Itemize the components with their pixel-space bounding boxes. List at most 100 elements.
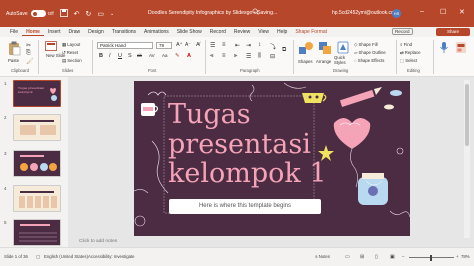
search-icon[interactable] [252,6,259,18]
tab-home[interactable]: Home [22,29,44,36]
customize-qat-icon[interactable]: ⌄ [110,11,114,17]
numbering-icon[interactable]: ≡ [222,42,226,48]
text-direction-icon[interactable]: ⤵ [270,42,276,51]
slide-thumbnail-2[interactable] [13,114,61,141]
save-icon[interactable] [59,8,68,19]
tab-slide-show[interactable]: Slide Show [173,29,206,35]
decrease-font-icon[interactable]: A⁻ [185,42,191,48]
zoom-level[interactable]: 78% [461,254,470,259]
decrease-indent-icon[interactable]: ⇤ [235,42,240,49]
line-spacing-icon[interactable]: ↕ [258,42,261,48]
arrange-icon[interactable] [318,41,332,56]
tab-help[interactable]: Help [273,29,291,35]
slide-thumbnail-5[interactable] [13,219,61,246]
slide-thumbnail-4[interactable] [13,185,61,212]
shape-fill-button[interactable]: ◇ Shape Fill [354,42,378,48]
quick-styles-label[interactable]: Quick Styles [334,55,354,65]
bold-button[interactable]: B [99,53,103,59]
increase-font-icon[interactable]: A⁺ [176,42,183,48]
notes-button[interactable]: ≡ Notes [315,254,330,259]
zoom-slider-handle[interactable] [430,254,432,261]
close-icon[interactable]: ✕ [459,8,465,16]
tab-shape-format[interactable]: Shape Format [291,29,331,35]
shape-outline-button[interactable]: ▱ Shape Outline [354,50,386,56]
minimize-icon[interactable]: – [420,8,424,15]
highlight-icon[interactable]: ✎ [175,53,180,59]
notes-placeholder[interactable]: Click to add notes [79,239,117,244]
avatar[interactable]: HS [392,9,401,18]
zoom-in-icon[interactable]: + [456,254,459,259]
slide-sorter-icon[interactable]: ⊞ [360,254,364,260]
layout-button[interactable]: ▦ Layout [62,42,80,48]
tab-file[interactable]: File [6,29,22,35]
font-size-select[interactable]: 78 [156,42,172,49]
account-email[interactable]: hp.5cd2452ymi@outlook.com [332,10,398,16]
italic-button[interactable]: I [109,53,111,59]
tab-transitions[interactable]: Transitions [108,29,140,35]
cut-icon[interactable]: ✂ [26,42,31,49]
clear-formatting-icon[interactable]: A̸ [196,42,200,48]
slide-title-line-3[interactable]: kelompok 1 [168,160,327,187]
align-right-icon[interactable]: ⫸ [234,53,237,60]
share-button[interactable]: Share [436,28,470,36]
change-case-button[interactable]: Aa [162,53,168,58]
smartart-icon[interactable]: ⧉ [282,47,286,54]
spelling-icon[interactable]: ▢ [36,254,40,260]
language-indicator[interactable]: English (United States) [44,254,88,259]
tab-insert[interactable]: Insert [44,29,65,35]
strikethrough-button[interactable]: ab [137,53,142,58]
select-button[interactable]: ⬚ Select [400,58,417,64]
slideshow-view-icon[interactable]: ▣ [390,254,395,260]
undo-icon[interactable]: ↶ [74,10,80,18]
underline-button[interactable]: U [118,53,122,59]
tab-design[interactable]: Design [84,29,108,35]
shapes-label[interactable]: Shapes [298,59,313,64]
slideshow-icon[interactable]: ▭ [97,10,104,18]
record-button[interactable]: Record [392,28,413,35]
tab-record[interactable]: Record [206,29,230,35]
reading-view-icon[interactable]: ▯ [375,254,378,260]
redo-icon[interactable]: ↻ [85,10,91,18]
vertical-scrollbar[interactable] [464,80,470,238]
normal-view-icon[interactable]: ▭ [345,254,350,260]
tab-view[interactable]: View [254,29,273,35]
format-painter-icon[interactable]: 🖌 [26,58,34,65]
replace-button[interactable]: ⇄ Replace [400,50,421,56]
paste-label[interactable]: Paste [8,58,19,63]
microphone-icon[interactable] [439,41,449,54]
maximize-icon[interactable]: ☐ [440,8,446,16]
character-spacing-button[interactable]: AV [149,53,155,58]
justify-icon[interactable]: ☰ [246,53,251,60]
autosave-toggle[interactable] [30,10,46,17]
align-center-icon[interactable]: ≡ [222,53,226,59]
designer-icon[interactable] [455,41,467,54]
slide-thumbnail-1[interactable]: Tugas presentasi kelompok [13,80,61,107]
scrollbar-thumb[interactable] [465,84,469,146]
bullets-icon[interactable]: ☰ [210,42,215,49]
shadow-button[interactable]: S [128,53,132,59]
font-color-icon[interactable]: A [187,53,191,59]
new-slide-icon[interactable] [45,41,57,52]
section-button[interactable]: ▤ Section [62,58,82,64]
tab-draw[interactable]: Draw [64,29,84,35]
slide-subtitle-box[interactable]: Here is where this template begins [169,199,321,214]
tab-animations[interactable]: Animations [140,29,173,35]
slide-title-line-2[interactable]: presentasi [168,131,311,158]
paste-icon[interactable] [8,41,21,56]
find-button[interactable]: ⌕ Find [400,42,412,47]
align-text-icon[interactable]: ⊟ [270,53,275,60]
zoom-out-icon[interactable]: – [402,254,404,259]
copy-icon[interactable]: ⎘ [26,50,31,57]
arrange-label[interactable]: Arrange [316,59,331,64]
align-left-icon[interactable]: ⫷ [210,53,213,60]
reset-button[interactable]: ↺ Reset [62,50,78,56]
accessibility-indicator[interactable]: Accessibility: Investigate [88,254,135,259]
shapes-icon[interactable] [298,41,314,57]
shape-effects-button[interactable]: ◌ Shape Effects [354,58,384,63]
slide-thumbnail-3[interactable] [13,150,61,177]
slide-title-line-1[interactable]: Tugas [168,101,251,128]
tab-review[interactable]: Review [230,29,254,35]
font-name-select[interactable]: Patrick Hand [97,42,153,49]
columns-icon[interactable]: ⫼ [258,53,261,60]
increase-indent-icon[interactable]: ⇥ [246,42,251,49]
